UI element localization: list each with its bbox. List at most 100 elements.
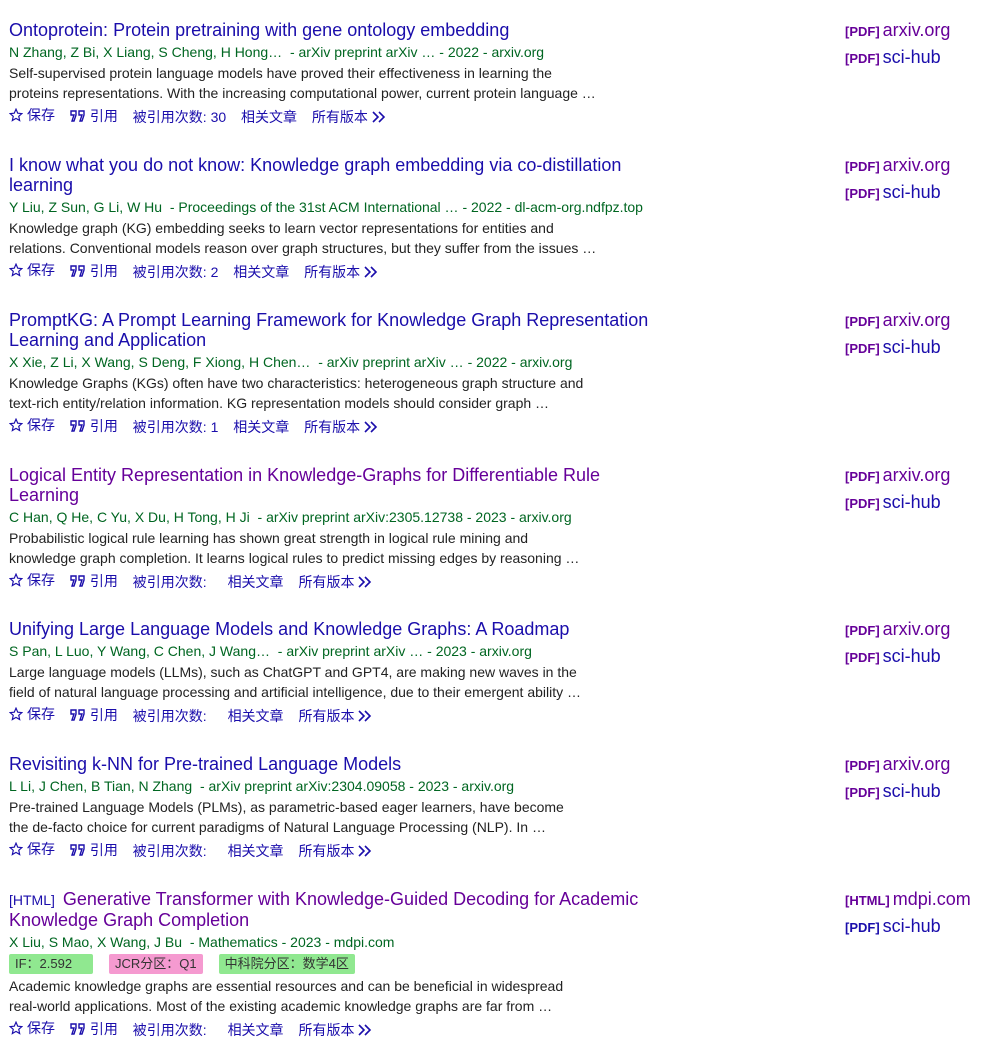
- related-articles-link[interactable]: 相关文章: [241, 107, 297, 127]
- author-link[interactable]: Y Wang: [97, 643, 146, 659]
- author-link[interactable]: X Liu: [9, 934, 41, 950]
- pdf-link-scihub[interactable]: [PDF] sci-hub: [845, 492, 995, 514]
- author-link[interactable]: H Tong: [174, 509, 218, 525]
- file-type-tag: [PDF]: [845, 650, 880, 665]
- save-button[interactable]: 保存: [9, 415, 55, 435]
- cite-button[interactable]: 引用: [70, 705, 118, 725]
- author-link[interactable]: Q He: [56, 509, 89, 525]
- pdf-link-scihub[interactable]: [PDF] sci-hub: [845, 47, 995, 69]
- author-link[interactable]: C Yu: [97, 509, 127, 525]
- result-title-link[interactable]: I know what you do not know: Knowledge g…: [9, 155, 649, 195]
- author-link[interactable]: J Chen: [39, 778, 83, 794]
- all-versions-link[interactable]: 所有版本: [312, 107, 390, 127]
- author-link[interactable]: H Ji: [226, 509, 250, 525]
- cite-button[interactable]: 引用: [70, 840, 118, 860]
- save-button[interactable]: 保存: [9, 105, 55, 125]
- pdf-link-scihub[interactable]: [PDF] sci-hub: [845, 781, 995, 803]
- cite-button[interactable]: 引用: [70, 261, 118, 281]
- cited-by-link[interactable]: 被引用次数:: [133, 841, 207, 861]
- cited-by-link[interactable]: 被引用次数: 2: [133, 262, 219, 282]
- author-link[interactable]: Z Sun: [48, 199, 85, 215]
- snippet-line: Knowledge Graphs (KGs) often have two ch…: [9, 375, 584, 391]
- author-link[interactable]: X Wang: [97, 934, 146, 950]
- author-link[interactable]: B Tian: [91, 778, 131, 794]
- pdf-link-scihub[interactable]: [PDF] sci-hub: [845, 916, 995, 938]
- result-title-link[interactable]: PromptKG: A Prompt Learning Framework fo…: [9, 310, 659, 350]
- pdf-link-scihub[interactable]: [PDF] sci-hub: [845, 182, 995, 204]
- author-link[interactable]: S Deng: [138, 354, 185, 370]
- pdf-link-arxiv[interactable]: [PDF] arxiv.org: [845, 754, 995, 776]
- author-link[interactable]: C Chen: [154, 643, 201, 659]
- save-button[interactable]: 保存: [9, 839, 55, 859]
- author-link[interactable]: S Mao: [49, 934, 89, 950]
- author-link[interactable]: Y Liu: [9, 199, 41, 215]
- pdf-link-arxiv[interactable]: [PDF] arxiv.org: [845, 619, 995, 641]
- all-versions-link[interactable]: 所有版本: [304, 262, 382, 282]
- cite-button[interactable]: 引用: [70, 571, 118, 591]
- cite-button[interactable]: 引用: [70, 1019, 118, 1039]
- author-link[interactable]: F Xiong: [193, 354, 241, 370]
- author-link[interactable]: J Bu: [154, 934, 182, 950]
- pdf-link-arxiv[interactable]: [PDF] arxiv.org: [845, 310, 995, 332]
- author-link[interactable]: L Luo: [55, 643, 90, 659]
- cited-by-link[interactable]: 被引用次数:: [133, 1020, 207, 1040]
- all-versions-link[interactable]: 所有版本: [298, 572, 376, 592]
- author-link[interactable]: H Chen: [249, 354, 296, 370]
- all-versions-link[interactable]: 所有版本: [298, 841, 376, 861]
- cited-by-link[interactable]: 被引用次数: 1: [133, 417, 219, 437]
- pdf-link-arxiv[interactable]: [PDF] arxiv.org: [845, 155, 995, 177]
- html-link-mdpi[interactable]: [HTML] mdpi.com: [845, 889, 995, 911]
- result-title-link[interactable]: Logical Entity Representation in Knowled…: [9, 465, 609, 505]
- author-link[interactable]: Z Li: [50, 354, 73, 370]
- author-link[interactable]: X Wang: [81, 354, 130, 370]
- star-icon: [9, 842, 23, 856]
- author-link[interactable]: C Han: [9, 509, 49, 525]
- related-articles-link[interactable]: 相关文章: [228, 1020, 284, 1040]
- author-link[interactable]: S Pan: [9, 643, 47, 659]
- save-button[interactable]: 保存: [9, 1018, 55, 1038]
- pdf-link-scihub[interactable]: [PDF] sci-hub: [845, 337, 995, 359]
- cite-label: 引用: [89, 842, 118, 858]
- result-title-link[interactable]: Revisiting k-NN for Pre-trained Language…: [9, 754, 669, 774]
- cite-button[interactable]: 引用: [70, 416, 118, 436]
- author-link[interactable]: X Du: [135, 509, 166, 525]
- snippet-line: Pre-trained Language Models (PLMs), as p…: [9, 799, 564, 815]
- author-link[interactable]: S Cheng: [158, 44, 212, 60]
- cite-label: 引用: [89, 263, 118, 279]
- author-link[interactable]: H Hong: [221, 44, 268, 60]
- result-title-link[interactable]: Ontoprotein: Protein pretraining with ge…: [9, 20, 669, 40]
- author-link[interactable]: X Liang: [103, 44, 150, 60]
- author-link[interactable]: J Wang: [209, 643, 256, 659]
- cited-by-link[interactable]: 被引用次数: 30: [133, 107, 226, 127]
- pdf-link-arxiv[interactable]: [PDF] arxiv.org: [845, 20, 995, 42]
- result-title-link[interactable]: Unifying Large Language Models and Knowl…: [9, 619, 669, 639]
- author-link[interactable]: Z Bi: [70, 44, 95, 60]
- all-versions-link[interactable]: 所有版本: [304, 417, 382, 437]
- quote-icon: [70, 575, 85, 587]
- cited-by-link[interactable]: 被引用次数:: [133, 706, 207, 726]
- result-title-link[interactable]: [HTML] Generative Transformer with Knowl…: [9, 889, 649, 930]
- pdf-link-scihub[interactable]: [PDF] sci-hub: [845, 646, 995, 668]
- cited-by-label: 被引用次数:: [132, 109, 207, 125]
- author-link[interactable]: W Hu: [127, 199, 162, 215]
- save-button[interactable]: 保存: [9, 570, 55, 590]
- author-link[interactable]: X Xie: [9, 354, 42, 370]
- pdf-link-arxiv[interactable]: [PDF] arxiv.org: [845, 465, 995, 487]
- related-articles-link[interactable]: 相关文章: [233, 262, 289, 282]
- save-button[interactable]: 保存: [9, 260, 55, 280]
- cas-badge: 中科院分区：数学4区: [218, 954, 355, 974]
- cite-button[interactable]: 引用: [70, 106, 118, 126]
- author-link[interactable]: G Li: [94, 199, 120, 215]
- all-versions-link[interactable]: 所有版本: [298, 1020, 376, 1040]
- cited-by-link[interactable]: 被引用次数:: [133, 572, 207, 592]
- related-articles-link[interactable]: 相关文章: [228, 706, 284, 726]
- author-link[interactable]: N Zhang: [9, 44, 63, 60]
- related-articles-link[interactable]: 相关文章: [228, 572, 284, 592]
- author-link[interactable]: L Li: [9, 778, 31, 794]
- related-articles-link[interactable]: 相关文章: [233, 417, 289, 437]
- author-link[interactable]: N Zhang: [138, 778, 192, 794]
- all-versions-link[interactable]: 所有版本: [298, 706, 376, 726]
- save-button[interactable]: 保存: [9, 704, 55, 724]
- snippet-line: Large language models (LLMs), such as Ch…: [9, 664, 577, 680]
- related-articles-link[interactable]: 相关文章: [228, 841, 284, 861]
